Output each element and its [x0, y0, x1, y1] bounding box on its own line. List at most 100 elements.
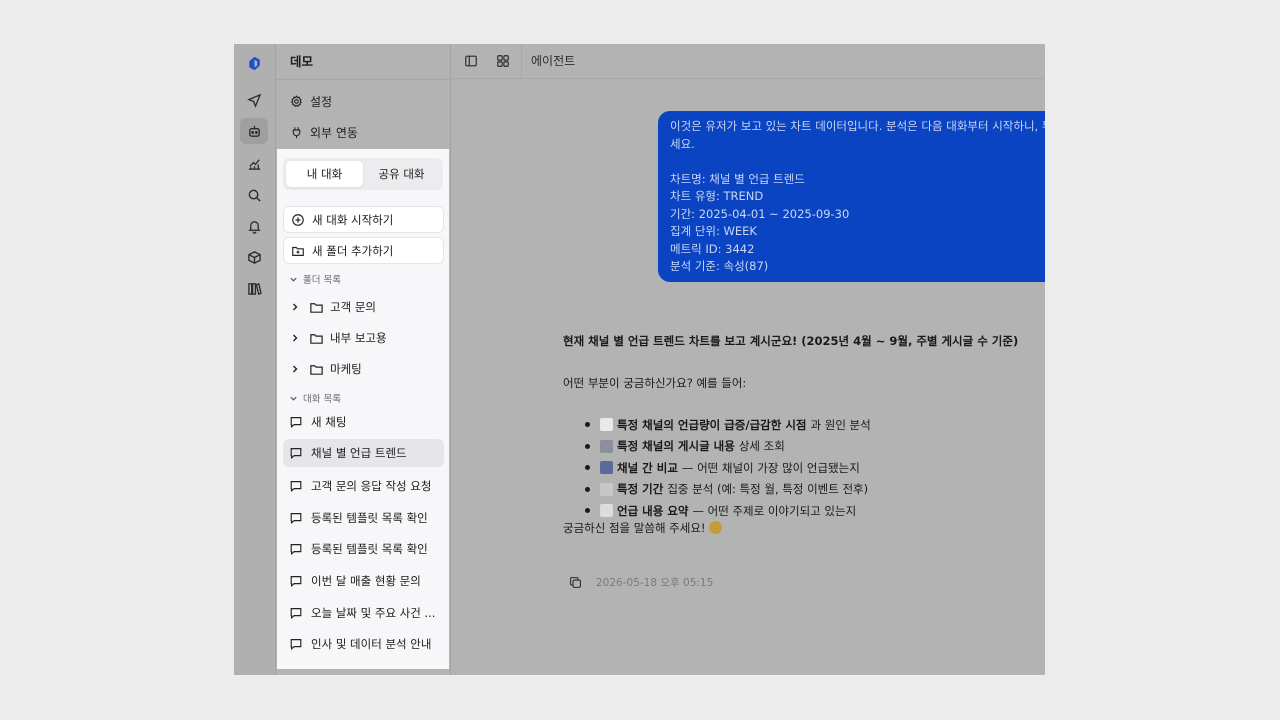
suggestion-bold: 특정 기간: [617, 482, 664, 497]
chat-title: 새 채팅: [311, 415, 347, 429]
chats-header-label: 대화 목록: [303, 394, 341, 405]
chat-bubble-icon: [290, 608, 302, 620]
magnifier-emoji: [600, 439, 613, 453]
send-icon[interactable]: [240, 87, 268, 113]
message-line: 세요.: [670, 136, 695, 151]
bullet-dot: [585, 465, 590, 471]
calendar-emoji: [600, 482, 613, 496]
chat-title: 오늘 날짜 및 주요 사건 ...: [311, 606, 436, 620]
chat-title: 등록된 템플릿 목록 확인: [311, 511, 428, 525]
sidebar-toggle-icon[interactable]: [462, 52, 480, 70]
copy-icon[interactable]: [569, 576, 582, 589]
chat-title: 이번 달 매출 현황 문의: [311, 574, 421, 588]
speech-emoji: [600, 504, 613, 518]
folder-label: 내부 보고용: [330, 331, 387, 345]
chat-list-item[interactable]: 인사 및 데이터 분석 안내: [283, 630, 444, 658]
message-line: 이것은 유저가 보고 있는 차트 데이터입니다. 분석은 다음 대화부터 시작하…: [670, 119, 1045, 133]
suggestion-text: 과 원인 분석: [810, 417, 871, 432]
chat-bubble-icon: [290, 417, 302, 429]
chevron-right-icon: [293, 365, 298, 373]
new-chat-button[interactable]: 새 대화 시작하기: [283, 206, 444, 233]
suggestion-bold: 언급 내용 요약: [617, 503, 689, 518]
message-line: [670, 153, 1045, 171]
folder-label: 고객 문의: [330, 300, 376, 314]
chats-section-header[interactable]: 대화 목록: [289, 391, 341, 405]
divider: [521, 44, 522, 79]
assistant-question: 어떤 부분이 궁금하신가요? 예를 들어:: [563, 376, 747, 390]
suggestion-item: 특정 채널의 게시글 내용 상세 조회: [585, 436, 871, 458]
chat-title: 고객 문의 응답 작성 요청: [311, 479, 432, 493]
new-chat-label: 새 대화 시작하기: [312, 212, 394, 227]
bullet-dot: [585, 486, 590, 492]
suggestion-text: 집중 분석 (예: 특정 월, 특정 이벤트 전후): [667, 482, 869, 497]
chart-icon[interactable]: [240, 150, 268, 176]
chat-list-item[interactable]: 등록된 템플릿 목록 확인: [283, 504, 444, 532]
bot-icon[interactable]: [240, 118, 268, 144]
chat-title: 인사 및 데이터 분석 안내: [311, 637, 432, 651]
folder-item[interactable]: 내부 보고용: [290, 328, 387, 348]
chevron-right-icon: [293, 334, 298, 342]
chat-title: 채널 별 언급 트렌드: [311, 446, 407, 460]
chat-list-item[interactable]: 이번 달 매출 현황 문의: [283, 567, 444, 595]
conversation-tabs: 내 대화 공유 대화: [283, 158, 443, 190]
chat-list-item[interactable]: 새 채팅: [283, 408, 444, 436]
assistant-closing: 궁금하신 점을 말씀해 주세요!: [563, 520, 722, 536]
folder-item[interactable]: 마케팅: [290, 359, 362, 379]
chat-list-item[interactable]: 채널 별 언급 트렌드: [283, 439, 444, 467]
cube-icon[interactable]: [240, 244, 268, 270]
bullet-dot: [585, 508, 590, 514]
chat-bubble-icon: [290, 544, 302, 556]
chat-list-item[interactable]: 오늘 날짜 및 주요 사건 ...: [283, 599, 444, 627]
suggestion-bold: 채널 간 비교: [617, 460, 678, 475]
plug-icon: [292, 127, 301, 139]
suggestion-item: 채널 간 비교 — 어떤 채널이 가장 많이 언급됐는지: [585, 457, 871, 479]
message-line: 차트명: 채널 별 언급 트렌드: [670, 171, 805, 186]
suggestion-bold: 특정 채널의 게시글 내용: [617, 439, 735, 454]
new-folder-label: 새 폴더 추가하기: [312, 243, 394, 258]
chat-bubble-icon: [290, 576, 302, 588]
chat-list-item[interactable]: 등록된 템플릿 목록 확인: [283, 535, 444, 563]
message-line: 메트릭 ID: 3442: [670, 241, 755, 256]
integrations-link[interactable]: 외부 연동: [290, 124, 358, 141]
chat-bubble-icon: [290, 448, 302, 460]
folder-icon: [310, 364, 323, 375]
folders-section-header[interactable]: 폴더 목록: [289, 272, 341, 286]
chat-bubble-icon: [290, 481, 302, 493]
icon-rail: [234, 44, 276, 675]
logo-icon[interactable]: [240, 50, 268, 76]
page-title: 에이전트: [531, 54, 576, 68]
message-line: 차트 유형: TREND: [670, 189, 764, 203]
folders-header-label: 폴더 목록: [303, 275, 341, 286]
plus-circle-icon: [292, 213, 304, 226]
chevron-right-icon: [293, 303, 298, 311]
folder-item[interactable]: 고객 문의: [290, 297, 376, 317]
timestamp: 2026-05-18 오후 05:15: [596, 577, 714, 589]
tab-my-chats[interactable]: 내 대화: [286, 161, 363, 187]
integrations-label: 외부 연동: [310, 126, 358, 140]
chart-up-emoji: [600, 418, 613, 432]
suggestion-list: 특정 채널의 언급량이 급증/급감한 시점 과 원인 분석 특정 채널의 게시글 내…: [585, 414, 871, 522]
chevron-down-icon: [290, 277, 297, 282]
assistant-intro: 현재 채널 별 언급 트렌드 차트를 보고 계시군요! (2025년 4월 ~ …: [563, 334, 1019, 348]
folder-plus-icon: [292, 246, 304, 256]
tab-shared-chats[interactable]: 공유 대화: [363, 161, 440, 187]
chat-title: 등록된 템플릿 목록 확인: [311, 542, 428, 556]
chat-list-item[interactable]: 고객 문의 응답 작성 요청: [283, 472, 444, 500]
chevron-down-icon: [290, 396, 297, 401]
suggestion-text: 상세 조회: [738, 439, 785, 454]
chat-bubble-icon: [290, 513, 302, 525]
settings-link[interactable]: 설정: [290, 93, 332, 110]
message-line: 분석 기준: 속성(87): [670, 259, 769, 273]
message-meta: 2026-05-18 오후 05:15: [569, 575, 713, 590]
app-window: 데모 설정 외부 연동 내 대화 공유 대화 새 대화 시작하기 새 폴더 추가…: [234, 44, 1045, 675]
suggestion-bold: 특정 채널의 언급량이 급증/급감한 시점: [617, 417, 807, 432]
search-icon[interactable]: [240, 182, 268, 208]
new-folder-button[interactable]: 새 폴더 추가하기: [283, 237, 444, 264]
grid-icon[interactable]: [494, 52, 512, 70]
message-line: 집계 단위: WEEK: [670, 224, 757, 238]
suggestion-item: 특정 채널의 언급량이 급증/급감한 시점 과 원인 분석: [585, 414, 871, 436]
library-icon[interactable]: [240, 275, 268, 301]
chat-bubble-icon: [290, 639, 302, 651]
bell-icon[interactable]: [240, 213, 268, 239]
top-bar: 에이전트: [451, 44, 1045, 79]
